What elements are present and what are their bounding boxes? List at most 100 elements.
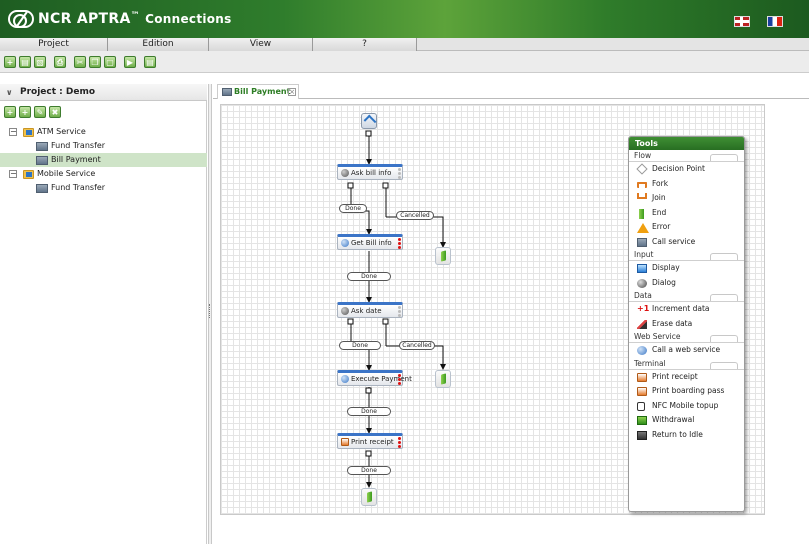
tool-print-boarding-pass[interactable]: Print boarding pass	[629, 384, 744, 399]
mobile-phone-icon	[637, 401, 645, 411]
edge-label-done: Done	[347, 466, 391, 475]
menu-view[interactable]: View	[209, 38, 313, 51]
service-icon	[222, 88, 232, 96]
cut-icon[interactable]: ✂	[74, 56, 86, 68]
brand-name: NCR	[38, 11, 72, 27]
collapse-icon[interactable]: −	[9, 128, 17, 136]
flow-node-label: Ask date	[351, 307, 382, 315]
add-child-icon[interactable]: +	[19, 106, 31, 118]
uk-flag-icon[interactable]	[734, 16, 750, 27]
tools-section-input[interactable]: Input	[629, 249, 744, 261]
warning-icon	[637, 223, 649, 233]
tool-fork[interactable]: Fork	[629, 177, 744, 192]
splitter-grip-icon[interactable]	[209, 304, 211, 318]
close-icon[interactable]: ×	[288, 88, 296, 96]
edge-label-cancelled: Cancelled	[399, 341, 435, 350]
tool-label: Fork	[652, 178, 669, 188]
tool-withdrawal[interactable]: Withdrawal	[629, 413, 744, 428]
node-ports	[398, 168, 401, 180]
flow-node-execute-payment[interactable]: Execute Payment	[337, 370, 412, 386]
tool-label: Erase data	[652, 318, 693, 328]
tab-label: Bill Payment	[234, 87, 291, 96]
trademark: ™	[130, 11, 140, 21]
edit-icon[interactable]: ✎	[34, 106, 46, 118]
edge-label-done: Done	[339, 341, 381, 350]
node-ports	[398, 374, 401, 386]
tree-item-bill-payment[interactable]: Bill Payment	[0, 153, 207, 167]
tools-section-data[interactable]: Data	[629, 290, 744, 302]
tool-call-web-service[interactable]: Call a web service	[629, 343, 744, 358]
app-header: NCR APTRA™ Connections	[0, 0, 809, 38]
delete-icon[interactable]: ✖	[49, 106, 61, 118]
service-icon	[36, 142, 48, 151]
tool-decision-point[interactable]: Decision Point	[629, 162, 744, 177]
dialog-icon	[341, 307, 349, 315]
end-node-icon[interactable]	[435, 247, 451, 265]
collapse-icon[interactable]: −	[9, 170, 17, 178]
tool-increment-data[interactable]: +1 Increment data	[629, 302, 744, 317]
tool-nfc-mobile-topup[interactable]: NFC Mobile topup	[629, 399, 744, 414]
tree-item-mobile-service[interactable]: − Mobile Service	[0, 167, 207, 181]
tree-item-label: Fund Transfer	[51, 183, 106, 192]
edge-label-done: Done	[347, 272, 391, 281]
tree-item-fund-transfer[interactable]: Fund Transfer	[0, 181, 207, 195]
grid-icon[interactable]: ▤	[19, 56, 31, 68]
tools-section-flow[interactable]: Flow	[629, 150, 744, 162]
tab-bill-payment[interactable]: Bill Payment ×	[217, 84, 299, 99]
tool-return-to-idle[interactable]: Return to Idle	[629, 428, 744, 443]
tool-label: Dialog	[652, 277, 676, 287]
tree-item-fund-transfer[interactable]: Fund Transfer	[0, 139, 207, 153]
tree-item-atm-service[interactable]: − ATM Service	[0, 125, 207, 139]
tool-dialog[interactable]: Dialog	[629, 276, 744, 291]
flow-node-ask-date[interactable]: Ask date	[337, 302, 403, 318]
france-flag-icon[interactable]	[767, 16, 783, 27]
add-icon[interactable]: +	[4, 56, 16, 68]
copy-icon[interactable]: ❐	[89, 56, 101, 68]
paste-icon[interactable]: ▢	[104, 56, 116, 68]
flow-node-label: Print receipt	[351, 438, 394, 446]
flow-node-ask-bill-info[interactable]: Ask bill info	[337, 164, 403, 180]
menu-bar: Project Edition View ?	[0, 38, 809, 51]
chevron-down-icon[interactable]: ∨	[6, 84, 13, 101]
tool-label: Print boarding pass	[652, 386, 725, 395]
tools-section-web-service[interactable]: Web Service	[629, 331, 744, 343]
flow-node-print-receipt[interactable]: Print receipt	[337, 433, 403, 449]
end-icon	[639, 208, 644, 219]
tool-end[interactable]: End	[629, 206, 744, 221]
flow-node-get-bill-info[interactable]: Get Bill info	[337, 234, 403, 250]
node-ports	[398, 238, 401, 250]
display-icon	[637, 264, 647, 273]
export-icon[interactable]: ▤	[144, 56, 156, 68]
edge-label-cancelled: Cancelled	[396, 211, 434, 220]
tree-item-label: Mobile Service	[37, 169, 96, 178]
tree-item-label: Fund Transfer	[51, 141, 106, 150]
project-panel-header[interactable]: ∨ Project : Demo	[0, 84, 207, 101]
tool-display[interactable]: Display	[629, 261, 744, 276]
print-icon[interactable]: ⎙	[54, 56, 66, 68]
tool-join[interactable]: Join	[629, 191, 744, 206]
run-icon[interactable]: ▶	[124, 56, 136, 68]
tool-call-service[interactable]: Call service	[629, 235, 744, 250]
tools-section-terminal[interactable]: Terminal	[629, 358, 744, 370]
tool-label: Withdrawal	[652, 415, 695, 424]
tool-error[interactable]: Error	[629, 220, 744, 235]
menu-project[interactable]: Project	[0, 38, 108, 51]
tool-label: Call service	[652, 236, 696, 246]
save-icon[interactable]: ▧	[34, 56, 46, 68]
tools-title[interactable]: Tools	[629, 137, 744, 150]
tool-label: Increment data	[652, 304, 710, 313]
printer-icon	[637, 372, 647, 382]
idle-icon	[637, 430, 647, 440]
menu-edition[interactable]: Edition	[108, 38, 209, 51]
end-node-icon[interactable]	[361, 488, 377, 506]
tool-print-receipt[interactable]: Print receipt	[629, 370, 744, 385]
start-node-icon[interactable]	[361, 113, 377, 129]
menu-help[interactable]: ?	[313, 38, 417, 51]
product-subtitle: Connections	[145, 12, 232, 26]
tool-erase-data[interactable]: Erase data	[629, 317, 744, 332]
end-node-icon[interactable]	[435, 370, 451, 388]
panel-splitter[interactable]	[208, 84, 212, 544]
add-icon[interactable]: +	[4, 106, 16, 118]
printer-icon	[341, 438, 349, 446]
tree-item-label: ATM Service	[37, 127, 86, 136]
